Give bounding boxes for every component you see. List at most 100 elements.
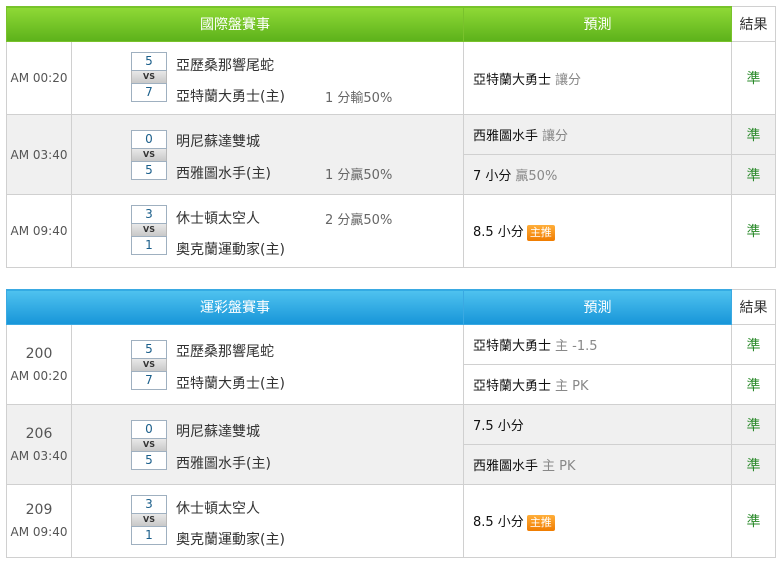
vs-label: VS xyxy=(131,71,167,83)
featured-badge: 主推 xyxy=(526,515,555,531)
away-team[interactable]: 休士頓太空人 xyxy=(176,498,260,518)
away-team[interactable]: 明尼蘇達雙城 xyxy=(176,131,260,151)
score-box: 3 VS 1 xyxy=(131,205,167,255)
home-team[interactable]: 奧克蘭運動家(主) xyxy=(176,239,285,259)
score-box: 3 VS 1 xyxy=(131,495,167,545)
prediction-header: 預測 xyxy=(463,6,732,42)
away-score: 3 xyxy=(131,205,167,224)
prediction-cell: 7.5 小分 xyxy=(463,404,732,445)
game-number: 209 xyxy=(25,502,53,518)
home-score: 7 xyxy=(131,83,167,102)
prediction-sub: 主 PK xyxy=(542,459,576,474)
game-time: AM 03:40 xyxy=(10,448,68,463)
result-cell: 準 xyxy=(731,324,776,365)
result-cell: 準 xyxy=(731,404,776,445)
match-cell: 0 VS 5 明尼蘇達雙城 西雅圖水手(主) 1 分贏50% xyxy=(71,114,464,195)
away-team[interactable]: 亞歷桑那響尾蛇 xyxy=(176,55,274,75)
result-cell: 準 xyxy=(731,444,776,485)
prediction-main: 亞特蘭大勇士 xyxy=(473,72,552,88)
prediction-sub: 贏50% xyxy=(515,169,558,184)
prediction-sub: 主 PK xyxy=(555,379,589,394)
result-cell: 準 xyxy=(731,194,776,268)
score-box: 5 VS 7 xyxy=(131,340,167,390)
lottery-header: 運彩盤賽事 預測 結果 xyxy=(6,289,776,325)
game-time-cell: 200 AM 00:20 xyxy=(6,324,72,405)
game-time: AM 00:20 xyxy=(10,368,68,383)
game-time: AM 00:20 xyxy=(6,41,72,115)
home-score: 5 xyxy=(131,161,167,180)
lottery-table: 運彩盤賽事 預測 結果 200 AM 00:20 5 VS 7 亞歷桑那響尾蛇 … xyxy=(6,289,776,558)
score-box: 0 VS 5 xyxy=(131,130,167,180)
prediction-main: 7 小分 xyxy=(473,169,512,184)
home-team[interactable]: 奧克蘭運動家(主) xyxy=(176,529,285,549)
international-table: 國際盤賽事 預測 結果 AM 00:20 5 VS 7 亞歷桑那響尾蛇 亞特蘭大… xyxy=(6,6,776,268)
home-team[interactable]: 亞特蘭大勇士(主) xyxy=(176,86,285,106)
result-cell: 準 xyxy=(731,41,776,115)
result-header: 結果 xyxy=(731,6,776,42)
prediction-main: 西雅圖水手 xyxy=(473,129,539,144)
prediction-main: 8.5 小分 xyxy=(473,515,524,530)
table-row: AM 00:20 5 VS 7 亞歷桑那響尾蛇 亞特蘭大勇士(主) 1 分輸50… xyxy=(6,41,776,115)
game-time-cell: 209 AM 09:40 xyxy=(6,484,72,558)
vs-label: VS xyxy=(131,514,167,526)
prediction-cell: 8.5 小分 主推 xyxy=(463,194,732,268)
away-score: 5 xyxy=(131,52,167,71)
away-score: 3 xyxy=(131,495,167,514)
home-team[interactable]: 亞特蘭大勇士(主) xyxy=(176,373,285,393)
home-score: 1 xyxy=(131,236,167,255)
game-time: AM 03:40 xyxy=(6,114,72,195)
prediction-cell: 西雅圖水手 讓分 xyxy=(463,114,732,155)
table-row: 200 AM 00:20 5 VS 7 亞歷桑那響尾蛇 亞特蘭大勇士(主) 亞特… xyxy=(6,324,776,405)
prediction-main: 亞特蘭大勇士 xyxy=(473,339,552,354)
prediction-main: 7.5 小分 xyxy=(473,419,524,434)
prediction-sub: 主 -1.5 xyxy=(555,339,598,354)
table-row: 209 AM 09:40 3 VS 1 休士頓太空人 奧克蘭運動家(主) 8.5… xyxy=(6,484,776,558)
result-cell: 準 xyxy=(731,114,776,155)
prediction-cell: 亞特蘭大勇士主 PK xyxy=(463,364,732,405)
game-number: 200 xyxy=(25,345,53,362)
prediction-header: 預測 xyxy=(463,289,732,325)
prediction-main: 亞特蘭大勇士 xyxy=(473,379,552,394)
away-team[interactable]: 休士頓太空人 xyxy=(176,208,260,228)
featured-badge: 主推 xyxy=(526,225,555,241)
result-header: 結果 xyxy=(731,289,776,325)
prediction-cell: 亞特蘭大勇士主 -1.5 xyxy=(463,324,732,365)
odds-text: 2 分贏50% xyxy=(325,213,393,228)
game-number: 206 xyxy=(25,425,53,442)
game-time-cell: 206 AM 03:40 xyxy=(6,404,72,485)
international-title: 國際盤賽事 xyxy=(6,6,464,42)
prediction-cell: 西雅圖水手主 PK xyxy=(463,444,732,485)
away-score: 0 xyxy=(131,420,167,439)
prediction-cell: 7 小分 贏50% xyxy=(463,154,732,195)
prediction-main: 西雅圖水手 xyxy=(473,459,539,474)
vs-label: VS xyxy=(131,224,167,236)
away-score: 5 xyxy=(131,340,167,359)
home-team[interactable]: 西雅圖水手(主) xyxy=(176,163,271,183)
match-cell: 3 VS 1 休士頓太空人 奧克蘭運動家(主) xyxy=(71,484,464,558)
home-score: 5 xyxy=(131,451,167,470)
match-cell: 5 VS 7 亞歷桑那響尾蛇 亞特蘭大勇士(主) 1 分輸50% xyxy=(71,41,464,115)
score-box: 5 VS 7 xyxy=(131,52,167,102)
result-cell: 準 xyxy=(731,154,776,195)
score-box: 0 VS 5 xyxy=(131,420,167,470)
prediction-cell: 8.5 小分 主推 xyxy=(463,484,732,558)
table-row: AM 09:40 3 VS 1 休士頓太空人 2 分贏50% 奧克蘭運動家(主)… xyxy=(6,194,776,268)
prediction-sub: 讓分 xyxy=(542,129,569,144)
home-score: 7 xyxy=(131,371,167,390)
prediction-cell: 亞特蘭大勇士 讓分 xyxy=(463,41,732,115)
game-time: AM 09:40 xyxy=(6,194,72,268)
international-header: 國際盤賽事 預測 結果 xyxy=(6,6,776,42)
odds-text: 1 分輸50% xyxy=(325,91,393,106)
away-score: 0 xyxy=(131,130,167,149)
vs-label: VS xyxy=(131,149,167,161)
table-row: AM 03:40 0 VS 5 明尼蘇達雙城 西雅圖水手(主) 1 分贏50% … xyxy=(6,114,776,195)
match-cell: 0 VS 5 明尼蘇達雙城 西雅圖水手(主) xyxy=(71,404,464,485)
away-team[interactable]: 明尼蘇達雙城 xyxy=(176,421,260,441)
vs-label: VS xyxy=(131,359,167,371)
result-cell: 準 xyxy=(731,364,776,405)
home-score: 1 xyxy=(131,526,167,545)
odds-text: 1 分贏50% xyxy=(325,168,393,183)
table-row: 206 AM 03:40 0 VS 5 明尼蘇達雙城 西雅圖水手(主) 7.5 … xyxy=(6,404,776,485)
home-team[interactable]: 西雅圖水手(主) xyxy=(176,453,271,473)
away-team[interactable]: 亞歷桑那響尾蛇 xyxy=(176,341,274,361)
